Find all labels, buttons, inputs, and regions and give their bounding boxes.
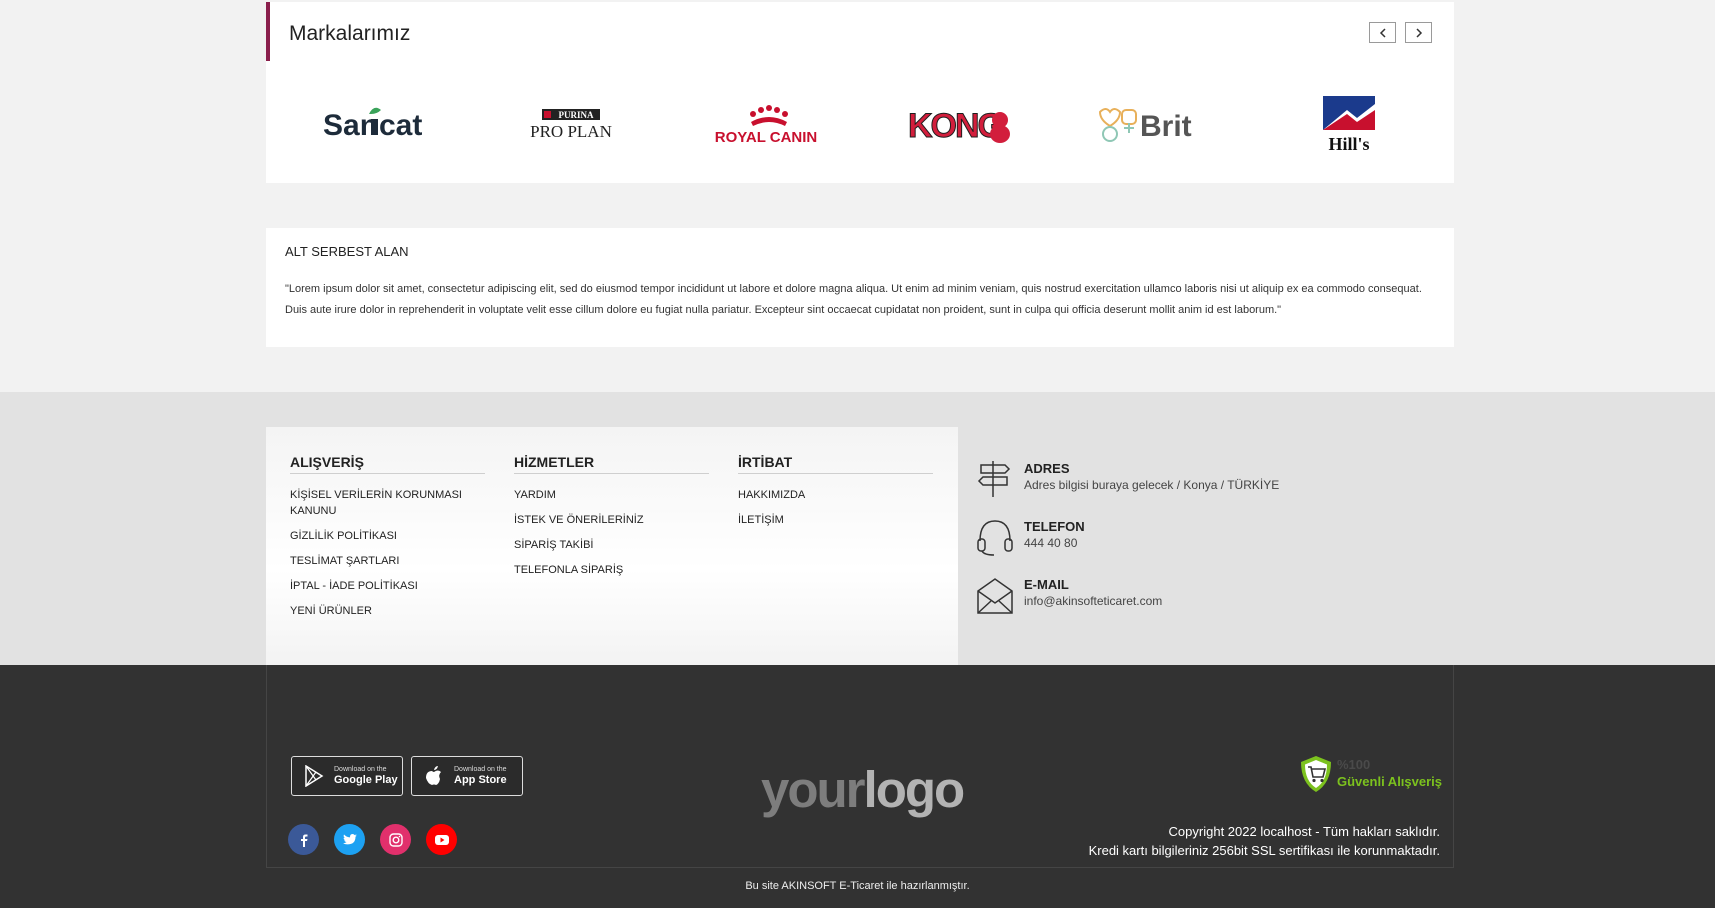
footer-link-yeni-urunler[interactable]: YENİ ÜRÜNLER: [290, 603, 485, 619]
facebook-icon: [300, 834, 307, 847]
svg-text:cat: cat: [379, 109, 422, 142]
brands-title: Markalarımız: [289, 22, 411, 45]
copyright-text: Copyright 2022 localhost - Tüm hakları s…: [1168, 824, 1440, 839]
address-title: ADRES: [1024, 461, 1070, 476]
hills-logo: Hill's: [1323, 96, 1375, 154]
footer-link-siparis-takibi[interactable]: SİPARİŞ TAKİBİ: [514, 537, 709, 553]
google-play-small: Download on the: [334, 765, 387, 773]
svg-text:Brit: Brit: [1140, 110, 1192, 143]
signpost-icon: [977, 461, 1011, 497]
brand-logo-royalcanin[interactable]: ROYAL CANIN: [701, 84, 831, 164]
footer-link-iptal-iade[interactable]: İPTAL - İADE POLİTİKASI: [290, 578, 485, 594]
footer-link-yardim[interactable]: YARDIM: [514, 487, 709, 503]
kong-logo: KONG: [908, 107, 1010, 144]
footer-bottom-inner: Download on the Google Play Download on …: [266, 665, 1454, 868]
site-credit[interactable]: Bu site AKINSOFT E-Ticaret ile hazırlanm…: [0, 880, 1715, 892]
twitter-button[interactable]: [334, 824, 365, 855]
svg-text:PRO PLAN: PRO PLAN: [530, 122, 612, 141]
apple-icon: [426, 766, 441, 785]
footer-link-iletisim[interactable]: İLETİŞİM: [738, 512, 933, 528]
brand-logo-brit[interactable]: Brit: [1086, 84, 1216, 164]
shield-cart-icon: [1301, 756, 1331, 792]
brand-logos: San cat PURINA PRO PLAN ROYAL CANIN KONG…: [266, 84, 1454, 164]
footer-link-gizlilik[interactable]: GİZLİLİK POLİTİKASI: [290, 528, 485, 544]
twitter-icon: [342, 833, 357, 844]
phone-value[interactable]: 444 40 80: [1024, 536, 1077, 550]
site-logo[interactable]: yourlogo: [761, 760, 966, 819]
free-area-section: ALT SERBEST ALAN "Lorem ipsum dolor sit …: [266, 228, 1454, 347]
phone-title: TELEFON: [1024, 519, 1085, 534]
google-play-big: Google Play: [334, 773, 398, 786]
logo-logo: logo: [863, 761, 966, 818]
svg-text:ROYAL CANIN: ROYAL CANIN: [715, 129, 818, 146]
chevron-left-icon: [1379, 27, 1386, 38]
footer-column-irtibat: İRTİBAT HAKKIMIZDA İLETİŞİM: [738, 454, 933, 537]
brands-next-button[interactable]: [1405, 22, 1432, 43]
address-value: Adres bilgisi buraya gelecek / Konya / T…: [1024, 478, 1280, 492]
footer-link-istek-oneri[interactable]: İSTEK VE ÖNERİLERİNİZ: [514, 512, 709, 528]
secure-shopping-badge: %100 Güvenli Alışveriş: [1299, 755, 1443, 795]
logo-your: your: [761, 761, 866, 818]
app-store-small: Download on the: [454, 765, 507, 773]
footer-link-kvkk[interactable]: KİŞİSEL VERİLERİN KORUNMASI KANUNU: [290, 487, 485, 519]
envelope-icon: [977, 578, 1013, 614]
brands-accent-bar: [266, 2, 270, 61]
brands-prev-button[interactable]: [1369, 22, 1396, 43]
brit-logo: Brit: [1098, 108, 1192, 143]
contact-address: ADRES Adres bilgisi buraya gelecek / Kon…: [976, 459, 1306, 503]
footer-column-title: İRTİBAT: [738, 454, 933, 474]
brand-logo-kong[interactable]: KONG: [894, 84, 1024, 164]
brands-section: Markalarımız San cat PURINA PRO PLAN ROY…: [266, 2, 1454, 183]
footer-link-teslimat[interactable]: TESLİMAT ŞARTLARI: [290, 553, 485, 569]
secure-percent: %100: [1337, 757, 1371, 772]
brand-logo-proplan[interactable]: PURINA PRO PLAN: [506, 84, 636, 164]
youtube-button[interactable]: [426, 824, 457, 855]
footer-column-hizmetler: HİZMETLER YARDIM İSTEK VE ÖNERİLERİNİZ S…: [514, 454, 709, 587]
google-play-button[interactable]: Download on the Google Play: [291, 756, 403, 796]
instagram-icon: [388, 832, 403, 847]
email-title: E-MAIL: [1024, 577, 1069, 592]
free-area-title: ALT SERBEST ALAN: [285, 244, 409, 259]
proplan-logo: PURINA PRO PLAN: [530, 109, 612, 141]
footer-column-alisveris: ALIŞVERİŞ KİŞİSEL VERİLERİN KORUNMASI KA…: [290, 454, 485, 628]
contact-phone: TELEFON 444 40 80: [976, 517, 1306, 561]
brand-logo-hills[interactable]: Hill's: [1284, 84, 1414, 164]
secure-label: Güvenli Alışveriş: [1337, 774, 1443, 789]
royalcanin-logo: ROYAL CANIN: [715, 105, 818, 146]
ssl-text: Kredi kartı bilgileriniz 256bit SSL sert…: [1088, 843, 1440, 858]
instagram-button[interactable]: [380, 824, 411, 855]
brand-logo-sanicat[interactable]: San cat: [316, 84, 436, 164]
footer-link-telefonla-siparis[interactable]: TELEFONLA SİPARİŞ: [514, 562, 709, 578]
svg-text:KONG: KONG: [908, 107, 1003, 144]
svg-text:Hill's: Hill's: [1328, 134, 1369, 154]
email-value[interactable]: info@akinsofteticaret.com: [1024, 594, 1162, 608]
app-store-big: App Store: [454, 773, 507, 786]
footer-links-panel: ALIŞVERİŞ KİŞİSEL VERİLERİN KORUNMASI KA…: [266, 427, 958, 665]
free-area-text: "Lorem ipsum dolor sit amet, consectetur…: [285, 283, 1422, 316]
footer-column-title: ALIŞVERİŞ: [290, 454, 485, 474]
sanicat-logo: San cat: [323, 107, 422, 142]
app-store-button[interactable]: Download on the App Store: [411, 756, 523, 796]
headset-icon: [977, 520, 1013, 556]
footer-column-title: HİZMETLER: [514, 454, 709, 474]
youtube-icon: [434, 834, 449, 845]
contact-email: E-MAIL info@akinsofteticaret.com: [976, 575, 1306, 619]
footer-bottom: Download on the Google Play Download on …: [0, 665, 1715, 908]
svg-text:PURINA: PURINA: [559, 110, 594, 120]
copyright-block: Copyright 2022 localhost - Tüm hakları s…: [1089, 822, 1440, 860]
chevron-right-icon: [1415, 27, 1422, 38]
google-play-icon: [305, 765, 324, 787]
facebook-button[interactable]: [288, 824, 319, 855]
footer-link-hakkimizda[interactable]: HAKKIMIZDA: [738, 487, 933, 503]
